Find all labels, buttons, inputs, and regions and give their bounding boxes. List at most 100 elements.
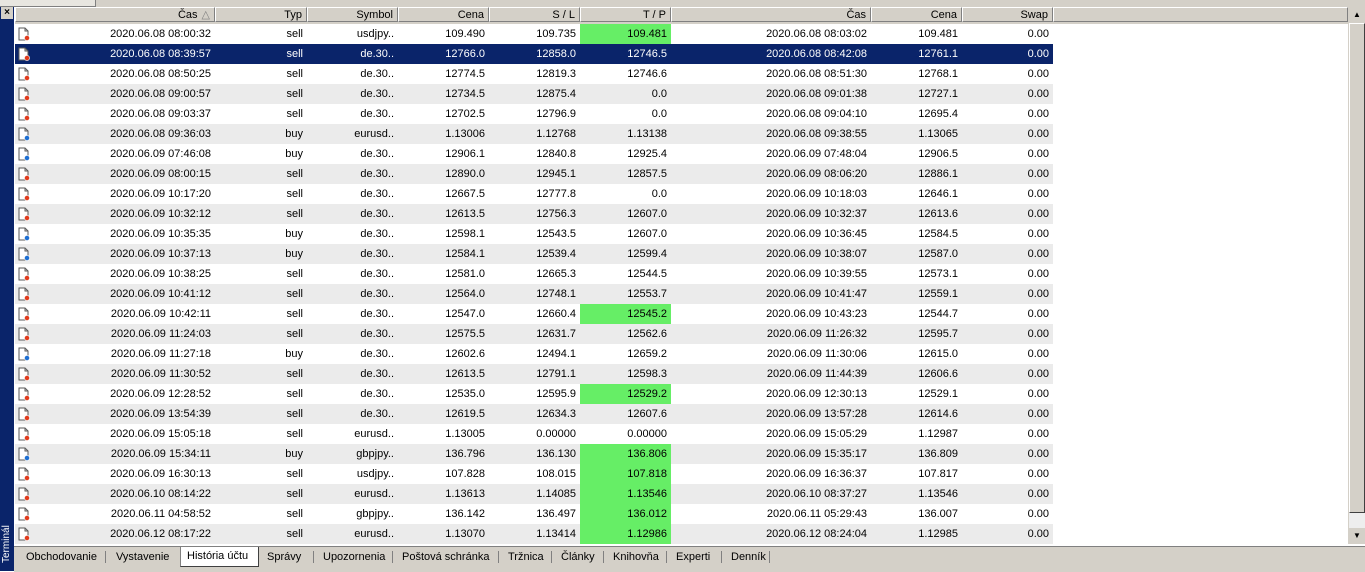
table-row[interactable]: 2020.06.09 12:28:52 sell de.30.. 12535.0 125… (15, 384, 1053, 404)
cell-close-time: 2020.06.09 10:36:45 (766, 228, 867, 240)
cell-close-price: 12587.0 (918, 248, 958, 260)
cell-open-time: 2020.06.09 07:46:08 (110, 148, 211, 160)
cell-close-price: 12768.1 (918, 68, 958, 80)
cell-type: buy (285, 128, 303, 140)
header-col-open-time[interactable]: Čas △ (15, 7, 215, 22)
cell-open-time: 2020.06.09 16:30:13 (110, 468, 211, 480)
header-col-swap[interactable]: Swap (962, 7, 1053, 22)
table-row[interactable]: 2020.06.09 10:35:35 buy de.30.. 12598.1 1254… (15, 224, 1053, 244)
table-row[interactable]: 2020.06.08 09:36:03 buy eurusd.. 1.13006 1.1… (15, 124, 1053, 144)
table-row[interactable]: 2020.06.08 09:03:37 sell de.30.. 12702.5 127… (15, 104, 1053, 124)
table-row[interactable]: 2020.06.09 10:37:13 buy de.30.. 12584.1 1253… (15, 244, 1053, 264)
table-row[interactable]: 2020.06.09 11:30:52 sell de.30.. 12613.5 127… (15, 364, 1053, 384)
cell-symbol: gbpjpy.. (356, 508, 394, 520)
tab-6[interactable]: Tržnica (502, 548, 551, 566)
tab-1[interactable]: Vystavenie (110, 548, 176, 566)
cell-price: 107.828 (445, 468, 485, 480)
table-header: Čas △ Typ Symbol Cena S / LT / P Čas Cena Swap (15, 7, 1348, 24)
tab-0[interactable]: Obchodovanie (20, 548, 105, 566)
close-icon[interactable]: × (1, 7, 13, 19)
cell-price: 12602.6 (445, 348, 485, 360)
header-col-sl[interactable]: S / L (489, 7, 580, 22)
table-row[interactable]: 2020.06.09 10:17:20 sell de.30.. 12667.5 127… (15, 184, 1053, 204)
header-col-close-price[interactable]: Cena (871, 7, 962, 22)
table-row[interactable]: 2020.06.09 08:00:15 sell de.30.. 12890.0 129… (15, 164, 1053, 184)
tab-5[interactable]: Poštová schránka (396, 548, 498, 566)
cell-symbol: de.30.. (360, 248, 394, 260)
cell-type: buy (285, 348, 303, 360)
cell-close-price: 12614.6 (918, 408, 958, 420)
table-row[interactable]: 2020.06.09 10:42:11 sell de.30.. 12547.0 126… (15, 304, 1053, 324)
cell-price: 12906.1 (445, 148, 485, 160)
cell-sl: 12796.9 (536, 108, 576, 120)
cell-price: 12584.1 (445, 248, 485, 260)
table-row[interactable]: 2020.06.08 08:39:57 sell de.30.. 12766.0 128… (15, 44, 1053, 64)
cell-tp: 12607.0 (627, 228, 667, 240)
table-row[interactable]: 2020.06.09 11:24:03 sell de.30.. 12575.5 126… (15, 324, 1053, 344)
table-row[interactable]: 2020.06.10 08:14:22 sell eurusd.. 1.13613 1.… (15, 484, 1053, 504)
cell-tp: 12925.4 (627, 148, 667, 160)
table-row[interactable]: 2020.06.09 10:41:12 sell de.30.. 12564.0 127… (15, 284, 1053, 304)
scrollbar-thumb[interactable] (1349, 23, 1365, 513)
cell-sl: 1.12768 (536, 128, 576, 140)
top-strip (0, 0, 1365, 7)
cell-sl: 12945.1 (536, 168, 576, 180)
scroll-down-icon[interactable]: ▼ (1349, 528, 1365, 544)
table-row[interactable]: 2020.06.08 08:00:32 sell usdjpy.. 109.490 10… (15, 24, 1053, 44)
cell-sl: 136.497 (536, 508, 576, 520)
header-label: Cena (930, 9, 957, 21)
header-col-close-time[interactable]: Čas (671, 7, 871, 22)
cell-open-time: 2020.06.09 10:38:25 (110, 268, 211, 280)
cell-tp: 12607.0 (627, 208, 667, 220)
tab-3[interactable]: Správy (261, 548, 313, 566)
cell-price: 12734.5 (445, 88, 485, 100)
tab-4[interactable]: Upozornenia (317, 548, 392, 566)
cell-price: 12613.5 (445, 208, 485, 220)
cell-close-price: 109.481 (918, 28, 958, 40)
cell-sl: 1.14085 (536, 488, 576, 500)
cell-close-price: 12695.4 (918, 108, 958, 120)
vertical-scrollbar[interactable]: ▲ ▼ (1348, 7, 1365, 544)
tab-7[interactable]: Články (555, 548, 603, 566)
cell-open-time: 2020.06.09 15:05:18 (110, 428, 211, 440)
cell-sl: 12875.4 (536, 88, 576, 100)
table-row[interactable]: 2020.06.12 08:17:22 sell eurusd.. 1.13070 1.… (15, 524, 1053, 544)
tab-8[interactable]: Knihovňa (607, 548, 666, 566)
cell-sl: 12791.1 (536, 368, 576, 380)
cell-swap: 0.00 (1027, 408, 1049, 420)
cell-close-price: 136.007 (918, 508, 958, 520)
cell-sl: 12665.3 (536, 268, 576, 280)
cell-open-time: 2020.06.10 08:14:22 (110, 488, 211, 500)
table-row[interactable]: 2020.06.09 13:54:39 sell de.30.. 12619.5 126… (15, 404, 1053, 424)
table-row[interactable]: 2020.06.09 15:34:11 buy gbpjpy.. 136.796 136… (15, 444, 1053, 464)
tab-separator (313, 551, 314, 563)
cell-symbol: de.30.. (360, 408, 394, 420)
cell-tp: 0.0 (651, 88, 667, 100)
table-row[interactable]: 2020.06.09 07:46:08 buy de.30.. 12906.1 1284… (15, 144, 1053, 164)
cell-open-time: 2020.06.09 13:54:39 (110, 408, 211, 420)
header-col-price[interactable]: Cena (398, 7, 489, 22)
cell-price: 12581.0 (445, 268, 485, 280)
tab-9[interactable]: Experti (670, 548, 721, 566)
cell-close-time: 2020.06.08 09:38:55 (766, 128, 867, 140)
header-col-type[interactable]: Typ (215, 7, 307, 22)
header-col-symbol[interactable]: Symbol (307, 7, 398, 22)
table-row[interactable]: 2020.06.09 10:32:12 sell de.30.. 12613.5 127… (15, 204, 1053, 224)
table-row[interactable]: 2020.06.08 08:50:25 sell de.30.. 12774.5 128… (15, 64, 1053, 84)
tab-10[interactable]: Denník (725, 548, 769, 566)
cell-close-time: 2020.06.11 05:29:43 (766, 508, 867, 520)
table-row[interactable]: 2020.06.09 11:27:18 buy de.30.. 12602.6 1249… (15, 344, 1053, 364)
history-table: Čas △ Typ Symbol Cena S / LT / P Čas Cena Swap 2… (15, 7, 1348, 544)
cell-close-time: 2020.06.09 16:36:37 (766, 468, 867, 480)
table-row[interactable]: 2020.06.09 10:38:25 sell de.30.. 12581.0 126… (15, 264, 1053, 284)
table-row[interactable]: 2020.06.11 04:58:52 sell gbpjpy.. 136.142 13… (15, 504, 1053, 524)
scroll-up-icon[interactable]: ▲ (1349, 7, 1365, 23)
cell-close-time: 2020.06.09 10:41:47 (766, 288, 867, 300)
tab-2[interactable]: História účtu (180, 547, 259, 567)
header-col-tp[interactable]: T / P (580, 7, 671, 22)
table-row[interactable]: 2020.06.08 09:00:57 sell de.30.. 12734.5 128… (15, 84, 1053, 104)
table-row[interactable]: 2020.06.09 15:05:18 sell eurusd.. 1.13005 0.… (15, 424, 1053, 444)
cell-swap: 0.00 (1027, 208, 1049, 220)
table-row[interactable]: 2020.06.09 16:30:13 sell usdjpy.. 107.828 10… (15, 464, 1053, 484)
cell-price: 12598.1 (445, 228, 485, 240)
